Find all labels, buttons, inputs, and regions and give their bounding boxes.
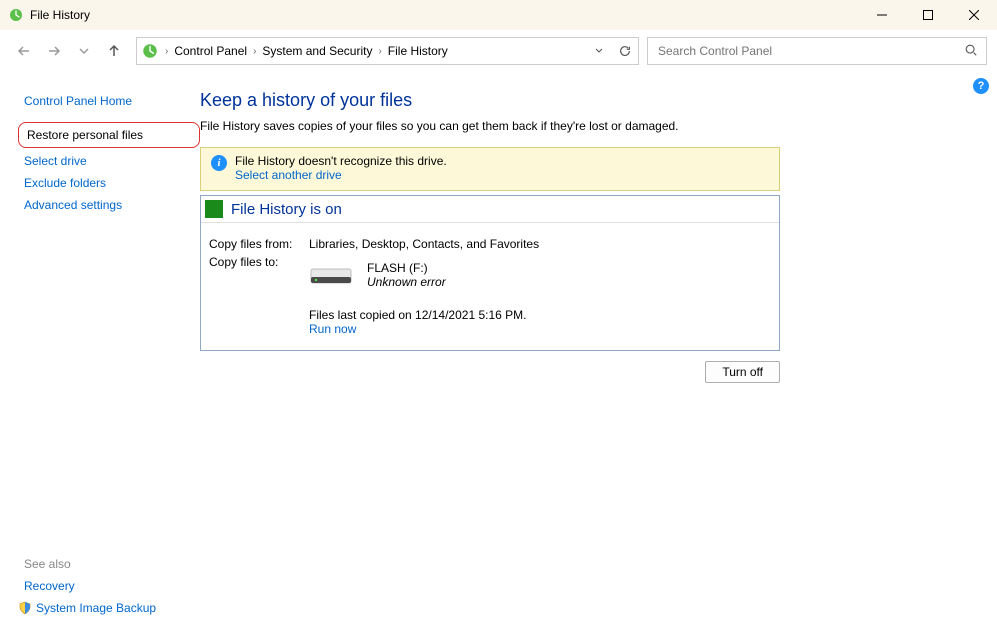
copy-from-value: Libraries, Desktop, Contacts, and Favori… — [309, 237, 771, 251]
recent-dropdown[interactable] — [70, 37, 98, 65]
up-button[interactable] — [100, 37, 128, 65]
help-button[interactable]: ? — [973, 78, 989, 94]
sidebar: Control Panel Home Restore personal file… — [0, 72, 200, 631]
chevron-right-icon[interactable]: › — [251, 46, 258, 57]
status-indicator-icon — [205, 200, 223, 218]
main-content: ? Keep a history of your files File Hist… — [200, 72, 997, 631]
sidebar-system-image-backup[interactable]: System Image Backup — [36, 599, 156, 617]
search-icon[interactable] — [964, 43, 978, 60]
turn-off-button[interactable]: Turn off — [705, 361, 780, 383]
forward-button[interactable] — [40, 37, 68, 65]
refresh-button[interactable] — [612, 38, 638, 64]
breadcrumb-item[interactable]: File History — [384, 38, 452, 64]
run-now-link[interactable]: Run now — [309, 322, 356, 336]
copy-from-label: Copy files from: — [209, 237, 309, 251]
minimize-button[interactable] — [859, 0, 905, 30]
sidebar-recovery[interactable]: Recovery — [18, 575, 200, 597]
warning-text: File History doesn't recognize this driv… — [235, 154, 447, 168]
search-input[interactable] — [656, 43, 964, 59]
status-box: File History is on Copy files from: Libr… — [200, 195, 780, 351]
see-also-label: See also — [18, 553, 200, 575]
drive-name: FLASH (F:) — [367, 261, 446, 275]
window-title: File History — [30, 8, 90, 22]
breadcrumb-item[interactable]: System and Security — [258, 38, 376, 64]
sidebar-exclude-folders[interactable]: Exclude folders — [18, 172, 200, 194]
close-button[interactable] — [951, 0, 997, 30]
sidebar-restore-personal-files[interactable]: Restore personal files — [18, 122, 200, 148]
navbar: › Control Panel › System and Security › … — [0, 30, 997, 72]
status-title: File History is on — [231, 201, 342, 218]
sidebar-select-drive[interactable]: Select drive — [18, 150, 200, 172]
address-dropdown[interactable] — [586, 38, 612, 64]
breadcrumb-item[interactable]: Control Panel — [170, 38, 251, 64]
back-button[interactable] — [10, 37, 38, 65]
chevron-right-icon[interactable]: › — [163, 46, 170, 57]
chevron-right-icon[interactable]: › — [376, 46, 383, 57]
drive-icon — [309, 263, 353, 290]
titlebar: File History — [0, 0, 997, 30]
page-description: File History saves copies of your files … — [200, 119, 971, 133]
sidebar-home[interactable]: Control Panel Home — [18, 90, 200, 112]
info-icon: i — [211, 155, 227, 171]
copy-to-label: Copy files to: — [209, 255, 309, 290]
search-box[interactable] — [647, 37, 987, 65]
shield-icon — [18, 601, 32, 615]
warning-banner: i File History doesn't recognize this dr… — [200, 147, 780, 191]
page-heading: Keep a history of your files — [200, 90, 971, 111]
maximize-button[interactable] — [905, 0, 951, 30]
last-copied-text: Files last copied on 12/14/2021 5:16 PM. — [309, 308, 771, 322]
select-another-drive-link[interactable]: Select another drive — [235, 168, 342, 182]
drive-error: Unknown error — [367, 275, 446, 289]
file-history-icon — [8, 7, 24, 23]
sidebar-advanced-settings[interactable]: Advanced settings — [18, 194, 200, 216]
file-history-icon — [141, 42, 159, 60]
address-bar[interactable]: › Control Panel › System and Security › … — [136, 37, 639, 65]
